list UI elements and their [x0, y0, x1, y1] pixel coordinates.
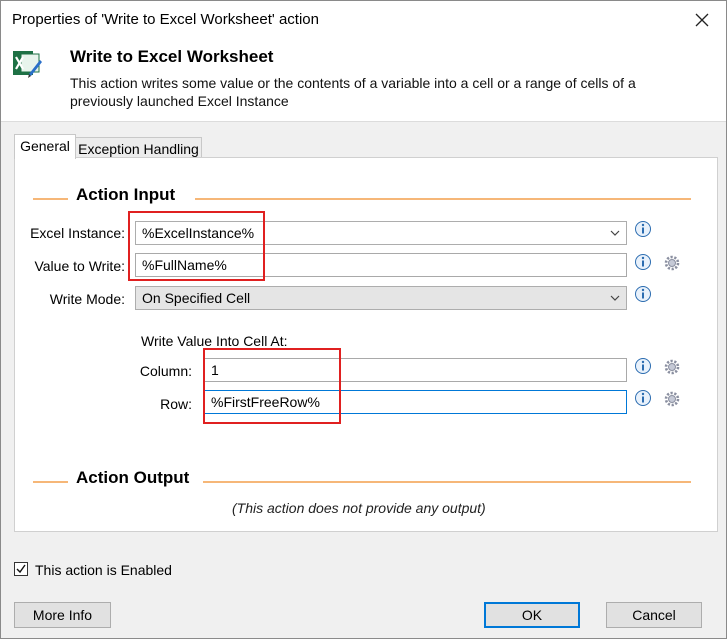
gear-icon[interactable]	[663, 254, 681, 272]
info-icon[interactable]	[634, 357, 652, 375]
section-divider	[195, 198, 691, 200]
cancel-button[interactable]: Cancel	[606, 602, 702, 628]
window-title: Properties of 'Write to Excel Worksheet'…	[12, 11, 319, 28]
action-input-title: Action Input	[72, 185, 180, 205]
close-icon	[695, 13, 708, 27]
excel-instance-label: Excel Instance:	[30, 225, 125, 241]
info-icon[interactable]	[634, 285, 652, 303]
close-button[interactable]	[677, 1, 726, 39]
chevron-down-icon	[610, 295, 620, 301]
chevron-down-icon	[610, 230, 620, 236]
action-description: This action writes some value or the con…	[70, 75, 636, 109]
gear-icon[interactable]	[663, 390, 681, 408]
highlight-box	[203, 348, 341, 424]
section-divider	[33, 198, 68, 200]
info-icon[interactable]	[634, 389, 652, 407]
general-panel: Action Input Excel Instance: %ExcelInsta…	[14, 157, 718, 532]
tab-general[interactable]: General	[14, 134, 76, 159]
excel-write-icon	[13, 51, 42, 78]
write-mode-value: On Specified Cell	[142, 290, 251, 306]
highlight-box	[128, 211, 265, 281]
more-info-button[interactable]: More Info	[14, 602, 111, 628]
gear-icon[interactable]	[663, 358, 681, 376]
title-bar: Properties of 'Write to Excel Worksheet'…	[1, 1, 726, 39]
checkmark-icon	[16, 564, 26, 574]
enabled-label: This action is Enabled	[35, 562, 172, 578]
action-title: Write to Excel Worksheet	[70, 47, 274, 66]
ok-button[interactable]: OK	[484, 602, 580, 628]
info-icon[interactable]	[634, 253, 652, 271]
write-mode-label: Write Mode:	[49, 291, 125, 307]
section-divider	[203, 481, 691, 483]
action-header: Write to Excel Worksheet This action wri…	[1, 39, 726, 122]
no-output-note: (This action does not provide any output…	[232, 500, 486, 516]
cell-group-label: Write Value Into Cell At:	[141, 333, 288, 349]
enabled-checkbox[interactable]	[14, 562, 28, 576]
write-mode-dropdown[interactable]: On Specified Cell	[135, 286, 627, 310]
row-label: Row:	[160, 396, 192, 412]
value-to-write-label: Value to Write:	[34, 258, 125, 274]
action-output-title: Action Output	[72, 468, 194, 488]
section-divider	[33, 481, 68, 483]
column-label: Column:	[139, 363, 192, 379]
info-icon[interactable]	[634, 220, 652, 238]
dialog-window: Properties of 'Write to Excel Worksheet'…	[0, 0, 727, 639]
